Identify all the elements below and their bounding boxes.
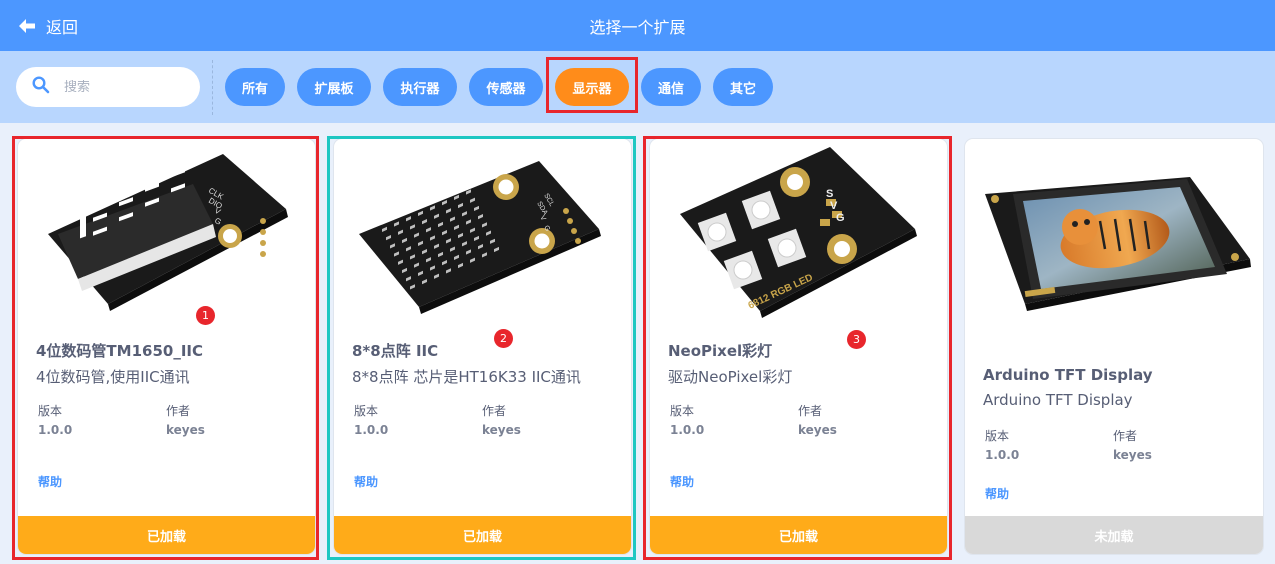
- dot-matrix-module-image: SCL SDA V G: [334, 139, 631, 324]
- tag-all[interactable]: 所有: [225, 68, 285, 106]
- card-description: 4位数码管,使用IIC通讯: [36, 368, 190, 386]
- status-loaded[interactable]: 已加载: [334, 516, 631, 554]
- author-value: keyes: [798, 423, 837, 437]
- extension-card-dot-matrix[interactable]: SCL SDA V G 2 8*8点阵 IIC 8*8点阵 芯片是HT16K33…: [334, 139, 631, 554]
- back-label: 返回: [46, 17, 79, 37]
- four-digit-display-module-image: CLK DIO V G: [18, 139, 315, 324]
- version-label: 版本: [38, 404, 63, 418]
- status-loaded[interactable]: 已加载: [18, 516, 315, 554]
- card-badge: 2: [494, 329, 513, 348]
- extension-card-tm1650[interactable]: CLK DIO V G 1 4位数码管TM1650_IIC 4位数码管,使用II…: [18, 139, 315, 554]
- help-link[interactable]: 帮助: [985, 485, 1009, 502]
- header-bar: 返回 选择一个扩展: [0, 0, 1275, 51]
- version-label: 版本: [670, 404, 695, 418]
- status-not-loaded[interactable]: 未加载: [965, 516, 1263, 554]
- tag-sensor[interactable]: 传感器: [469, 68, 543, 106]
- module-pin-v: V: [830, 200, 838, 212]
- tft-display-module-image: [965, 139, 1263, 324]
- author-value: keyes: [1113, 448, 1152, 462]
- filter-divider: [212, 60, 213, 115]
- back-button[interactable]: 返回: [18, 0, 78, 51]
- status-loaded[interactable]: 已加载: [650, 516, 947, 554]
- version-value: 1.0.0: [985, 448, 1020, 462]
- version-label: 版本: [985, 429, 1010, 443]
- card-description: 8*8点阵 芯片是HT16K33 IIC通讯: [352, 368, 581, 386]
- author-label: 作者: [166, 404, 191, 418]
- author-label: 作者: [1113, 429, 1138, 443]
- card-name: Arduino TFT Display: [983, 366, 1153, 384]
- active-tag-highlight: [546, 57, 638, 113]
- tag-actuator[interactable]: 执行器: [383, 68, 457, 106]
- card-name: 8*8点阵 IIC: [352, 342, 439, 360]
- card-name: 4位数码管TM1650_IIC: [36, 342, 204, 360]
- card-badge: 3: [847, 330, 866, 349]
- tag-other[interactable]: 其它: [713, 68, 773, 106]
- search-box[interactable]: [16, 67, 200, 107]
- card-description: 驱动NeoPixel彩灯: [668, 368, 793, 386]
- arrow-left-icon: [18, 18, 36, 34]
- author-label: 作者: [798, 404, 823, 418]
- card-name: NeoPixel彩灯: [668, 342, 773, 360]
- author-value: keyes: [166, 423, 205, 437]
- help-link[interactable]: 帮助: [670, 473, 694, 490]
- author-value: keyes: [482, 423, 521, 437]
- version-label: 版本: [354, 404, 379, 418]
- version-value: 1.0.0: [38, 423, 73, 437]
- rgb-led-module-image: S V G 6812 RGB LED: [650, 139, 947, 324]
- module-pin-g: G: [836, 212, 845, 224]
- page-title: 选择一个扩展: [589, 17, 686, 37]
- search-icon: [32, 76, 50, 98]
- tag-expansion-board[interactable]: 扩展板: [297, 68, 371, 106]
- extension-card-neopixel[interactable]: S V G 6812 RGB LED 3 NeoPixel彩灯 驱动NeoPix…: [650, 139, 947, 554]
- card-badge: 1: [196, 306, 215, 325]
- card-description: Arduino TFT Display: [983, 391, 1133, 409]
- module-pin-s: S: [826, 188, 833, 200]
- version-value: 1.0.0: [670, 423, 705, 437]
- help-link[interactable]: 帮助: [354, 473, 378, 490]
- tag-communication[interactable]: 通信: [641, 68, 701, 106]
- search-input[interactable]: [64, 79, 174, 95]
- extension-card-tft-display[interactable]: Arduino TFT Display Arduino TFT Display …: [965, 139, 1263, 554]
- author-label: 作者: [482, 404, 507, 418]
- version-value: 1.0.0: [354, 423, 389, 437]
- help-link[interactable]: 帮助: [38, 473, 62, 490]
